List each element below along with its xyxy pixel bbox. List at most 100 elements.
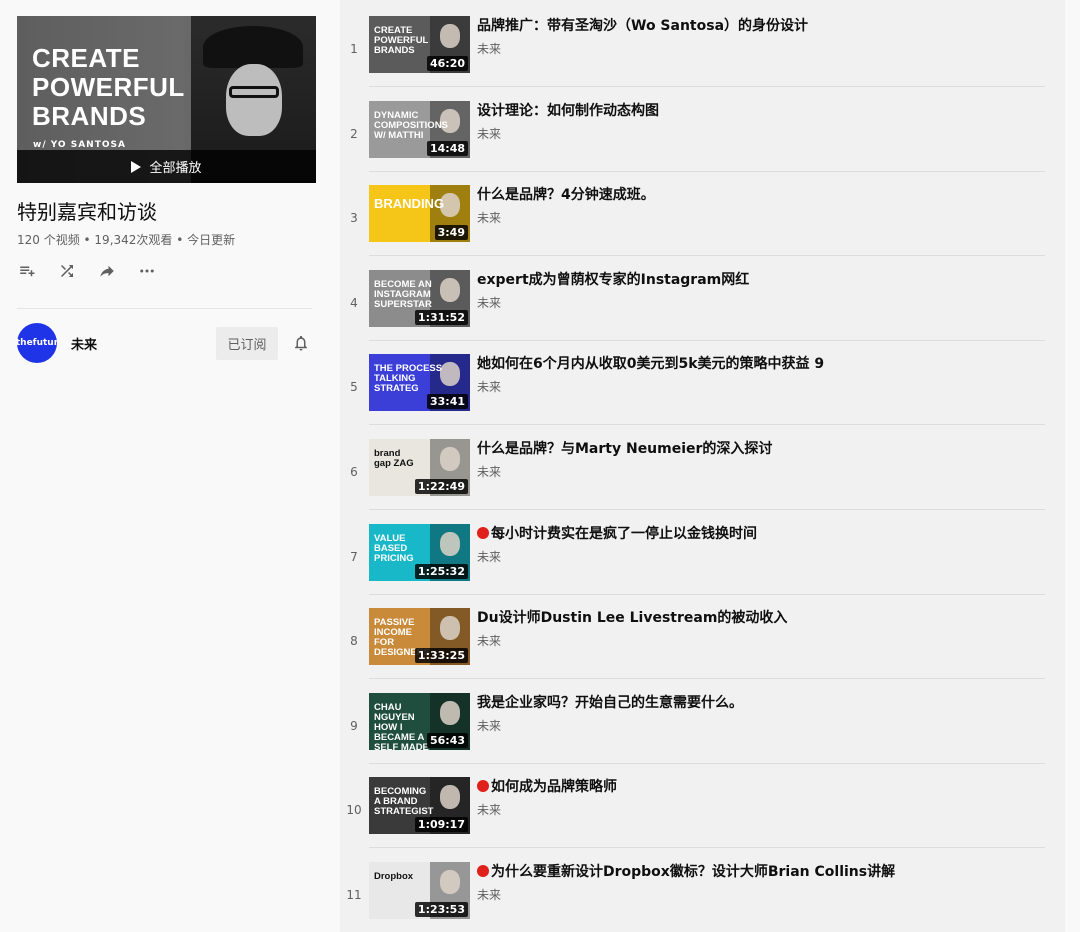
video-thumbnail[interactable]: CREATE POWERFUL BRANDS 46:20 (369, 16, 470, 73)
video-title[interactable]: expert成为曾荫权专家的Instagram网红 (477, 270, 1037, 290)
video-index: 2 (350, 126, 358, 141)
add-to-queue-icon (20, 266, 35, 277)
video-channel[interactable]: 未来 (477, 548, 501, 565)
video-index: 8 (350, 634, 358, 649)
video-channel[interactable]: 未来 (477, 209, 501, 226)
playlist-video-row[interactable]: 4 BECOME AN INSTAGRAM SUPERSTAR 1:31:52 … (340, 269, 1065, 355)
shuffle-icon (61, 265, 73, 277)
video-title-text: 如何成为品牌策略师 (491, 779, 617, 796)
video-title[interactable]: 她如何在6个月内从收取0美元到5k美元的策略中获益 9 (477, 354, 1037, 374)
video-channel[interactable]: 未来 (477, 463, 501, 480)
live-indicator-icon (477, 780, 489, 793)
video-channel[interactable]: 未来 (477, 378, 501, 395)
video-channel[interactable]: 未来 (477, 40, 501, 57)
add-to-queue-button[interactable] (17, 260, 37, 282)
playlist-video-row[interactable]: 6 brand gap ZAG 1:22:49 什么是品牌？与Marty Neu… (340, 439, 1065, 524)
row-divider (369, 339, 1045, 341)
playlist-video-row[interactable]: 3 BRANDING 3:49 什么是品牌？4分钟速成班。 未来 (340, 185, 1065, 270)
channel-avatar[interactable]: thefutur (16, 323, 58, 363)
video-channel[interactable]: 未来 (477, 632, 501, 649)
video-title-text: 我是企业家吗？开始自己的生意需要什么。 (477, 694, 743, 711)
hero-subtitle-text: w/ YO SANTOSA (33, 140, 126, 150)
video-channel[interactable]: 未来 (477, 801, 501, 818)
video-thumbnail[interactable]: BRANDING 3:49 (369, 185, 470, 243)
video-thumbnail[interactable]: PASSIVE INCOME FOR DESIGNERS 1:33:25 (369, 608, 470, 666)
row-divider (369, 847, 1045, 849)
row-divider (369, 86, 1045, 87)
video-title[interactable]: 设计理论：如何制作动态构图 (477, 101, 1037, 121)
row-divider (369, 509, 1045, 510)
row-divider (369, 255, 1045, 257)
video-index: 11 (346, 888, 362, 902)
playlist-video-row[interactable]: 9 CHAU NGUYEN HOW I BECAME A SELF MADE M… (340, 692, 1065, 778)
video-title-text: 品牌推广：带有圣淘沙（Wo Santosa）的身份设计 (477, 18, 809, 34)
playlist-video-row[interactable]: 7 VALUE BASED PRICING 1:25:32 每小时计费实在是疯了… (340, 523, 1065, 609)
play-all-label: 全部播放 (149, 161, 202, 176)
playlist-video-row[interactable]: 10 BECOMING A BRAND STRATEGIST 1:09:17 如… (340, 777, 1065, 862)
video-duration: 1:31:52 (414, 309, 468, 325)
share-icon (100, 265, 114, 277)
video-thumbnail[interactable]: THE PROCESS TALKING STRATEG 33:41 (369, 354, 470, 412)
video-title[interactable]: 什么是品牌？与Marty Neumeier的深入探讨 (477, 439, 1037, 459)
video-title[interactable]: 我是企业家吗？开始自己的生意需要什么。 (477, 693, 1037, 713)
video-title[interactable]: Du设计师Dustin Lee Livestream的被动收入 (477, 608, 1037, 628)
thumbnail-text: CREATE POWERFUL BRANDS (374, 25, 429, 56)
playlist-video-row[interactable]: 11 Dropbox 1:23:53 为什么要重新设计Dropbox徽标？设计大… (340, 862, 1065, 932)
video-channel[interactable]: 未来 (477, 294, 501, 311)
thumbnail-text: DYNAMIC COMPOSITIONS W/ MATTHI (374, 109, 448, 141)
playlist-header-panel: CREATE POWERFUL BRANDS w/ YO SANTOSA 全部播… (0, 0, 340, 932)
playlist-video-row[interactable]: 5 THE PROCESS TALKING STRATEG 33:41 她如何在… (340, 354, 1065, 439)
playlist-hero-thumbnail[interactable]: CREATE POWERFUL BRANDS w/ YO SANTOSA 全部播… (17, 16, 316, 183)
video-title-text: 什么是品牌？与Marty Neumeier的深入探讨 (477, 441, 773, 457)
row-divider (369, 762, 1045, 764)
video-channel[interactable]: 未来 (477, 717, 501, 734)
video-duration: 1:33:25 (414, 648, 468, 664)
video-duration: 33:41 (426, 394, 468, 410)
thumbnail-text: THE PROCESS TALKING STRATEG (374, 363, 443, 395)
thumbnail-text: Dropbox (374, 871, 414, 882)
video-channel[interactable]: 未来 (477, 886, 501, 903)
video-thumbnail[interactable]: brand gap ZAG 1:22:49 (369, 439, 470, 496)
video-title[interactable]: 如何成为品牌策略师 (477, 777, 1037, 797)
video-duration: 3:49 (434, 225, 468, 241)
video-title-text: 设计理论：如何制作动态构图 (477, 102, 659, 119)
divider (17, 308, 312, 309)
playlist-video-row[interactable]: 8 PASSIVE INCOME FOR DESIGNERS 1:33:25 D… (340, 608, 1065, 693)
play-all-button[interactable]: 全部播放 (17, 150, 316, 183)
video-thumbnail[interactable]: BECOMING A BRAND STRATEGIST 1:09:17 (369, 777, 470, 835)
shuffle-button[interactable] (57, 260, 77, 282)
video-channel[interactable]: 未来 (477, 125, 501, 142)
video-title[interactable]: 每小时计费实在是疯了一停止以金钱换时间 (477, 524, 1037, 544)
video-duration: 1:25:32 (414, 563, 468, 579)
playlist-owner: thefutur 未来 已订阅 (16, 322, 312, 364)
video-thumbnail[interactable]: VALUE BASED PRICING 1:25:32 (369, 523, 470, 581)
row-divider (369, 170, 1045, 172)
video-thumbnail[interactable]: CHAU NGUYEN HOW I BECAME A SELF MADE MIL… (369, 692, 470, 750)
playlist-video-row[interactable]: 2 DYNAMIC COMPOSITIONS W/ MATTHI 14:48 设… (340, 100, 1065, 186)
subscribed-button[interactable]: 已订阅 (216, 326, 278, 360)
video-thumbnail[interactable]: DYNAMIC COMPOSITIONS W/ MATTHI 14:48 (369, 100, 470, 158)
video-title[interactable]: 什么是品牌？4分钟速成班。 (477, 185, 1037, 205)
play-icon (131, 160, 142, 173)
hero-title-text: CREATE POWERFUL BRANDS (32, 43, 185, 131)
video-title-text: 为什么要重新设计Dropbox徽标？设计大师Brian Collins讲解 (491, 864, 896, 880)
channel-name[interactable]: 未来 (71, 334, 216, 353)
notification-bell-button[interactable] (290, 332, 312, 354)
row-divider (369, 593, 1045, 595)
row-divider (369, 678, 1045, 680)
video-thumbnail[interactable]: BECOME AN INSTAGRAM SUPERSTAR 1:31:52 (369, 269, 470, 327)
video-thumbnail[interactable]: Dropbox 1:23:53 (369, 862, 470, 919)
video-index: 7 (350, 549, 358, 564)
playlist-stats: 120 个视频 • 19,342次观看 • 今日更新 (17, 233, 236, 247)
video-title[interactable]: 品牌推广：带有圣淘沙（Wo Santosa）的身份设计 (477, 16, 1037, 36)
playlist-video-row[interactable]: 1 CREATE POWERFUL BRANDS 46:20 品牌推广：带有圣淘… (340, 16, 1065, 101)
thumbnail-text: BRANDING (374, 196, 445, 212)
playlist-actions (17, 260, 157, 282)
video-index: 9 (350, 718, 358, 733)
playlist-video-list: 1 CREATE POWERFUL BRANDS 46:20 品牌推广：带有圣淘… (340, 0, 1065, 932)
more-options-button[interactable] (137, 260, 157, 282)
video-title[interactable]: 为什么要重新设计Dropbox徽标？设计大师Brian Collins讲解 (477, 862, 1037, 882)
video-duration: 1:09:17 (414, 817, 468, 833)
share-button[interactable] (97, 260, 117, 282)
video-title-text: Du设计师Dustin Lee Livestream的被动收入 (477, 610, 788, 627)
